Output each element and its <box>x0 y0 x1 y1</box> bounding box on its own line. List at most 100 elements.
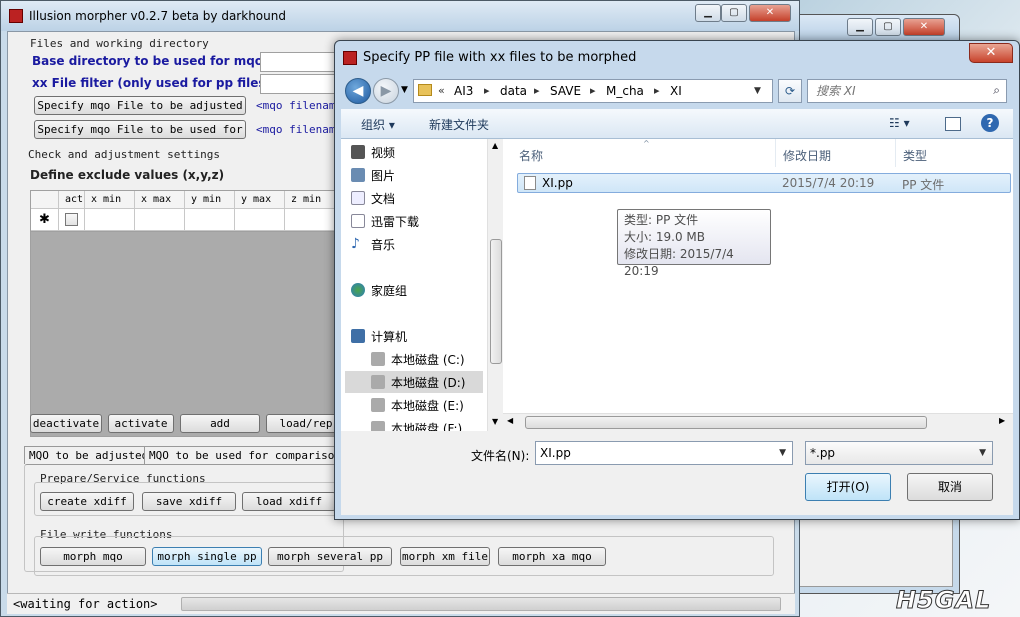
specify-mqo-compare-button[interactable]: Specify mqo File to be used for <box>34 120 246 139</box>
bg-close-button[interactable]: ✕ <box>903 18 945 36</box>
nav-item-drive-d[interactable]: 本地磁盘 (D:) <box>391 374 465 391</box>
address-bar[interactable]: « AI3 ▸ data ▸ SAVE ▸ M_cha ▸ XI ▼ <box>413 79 773 103</box>
minimize-button[interactable]: ▁ <box>695 4 721 22</box>
organize-menu[interactable]: 组织 ▾ <box>361 116 395 133</box>
scroll-up-icon[interactable]: ▲ <box>492 141 498 150</box>
add-button[interactable]: add <box>180 414 260 433</box>
nav-item-xunlei-download[interactable]: 迅雷下载 <box>371 213 419 230</box>
nav-item-documents[interactable]: 文档 <box>371 190 395 207</box>
tooltip-date: 修改日期: 2015/7/4 20:19 <box>624 247 734 278</box>
maximize-button[interactable]: ▢ <box>721 4 747 22</box>
scroll-down-icon[interactable]: ▼ <box>492 417 498 426</box>
nav-item-drive-e[interactable]: 本地磁盘 (E:) <box>391 397 464 414</box>
hscrollbar-thumb[interactable] <box>525 416 927 429</box>
morph-single-pp-button[interactable]: morph single pp <box>152 547 262 566</box>
morph-several-pp-button[interactable]: morph several pp <box>268 547 392 566</box>
column-date-modified[interactable]: 修改日期 <box>783 147 831 164</box>
new-folder-button[interactable]: 新建文件夹 <box>429 116 489 133</box>
nav-item-drive-c[interactable]: 本地磁盘 (C:) <box>391 351 465 368</box>
filename-input[interactable]: XI.pp ▼ <box>535 441 793 465</box>
drive-d-icon <box>371 375 385 389</box>
video-icon <box>351 145 365 159</box>
grid-cell-act[interactable] <box>59 209 85 231</box>
grid-col-xmax[interactable]: x max <box>135 191 185 209</box>
grid-cell-xmax[interactable] <box>135 209 185 231</box>
refresh-icon[interactable]: ⟳ <box>778 79 802 103</box>
help-icon[interactable]: ? <box>981 114 999 132</box>
xx-filter-label: xx File filter (only used for pp files) <box>32 76 272 90</box>
search-input[interactable] <box>814 81 984 101</box>
computer-icon <box>351 329 365 343</box>
filename-label: 文件名(N): <box>471 449 530 463</box>
grid-cell-ymax[interactable] <box>235 209 285 231</box>
breadcrumb-data[interactable]: data <box>500 84 527 98</box>
breadcrumb-ai3[interactable]: AI3 <box>454 84 473 98</box>
progress-bar <box>181 597 781 611</box>
forward-button[interactable]: ▶ <box>373 78 399 104</box>
act-checkbox[interactable] <box>65 213 78 226</box>
grid-col-ymax[interactable]: y max <box>235 191 285 209</box>
column-separator <box>895 139 896 167</box>
grid-cell-xmin[interactable] <box>85 209 135 231</box>
morph-xm-file-button[interactable]: morph xm file <box>400 547 490 566</box>
load-xdiff-button[interactable]: load xdiff <box>242 492 336 511</box>
view-options-icon[interactable]: ☷ ▾ <box>889 116 910 130</box>
file-row[interactable]: XI.pp 2015/7/4 20:19 PP 文件 <box>517 173 1011 193</box>
file-list: 名称 修改日期 类型 ^ XI.pp 2015/7/4 20:19 PP 文件 … <box>503 139 1013 431</box>
scroll-right-icon[interactable]: ▶ <box>999 416 1005 425</box>
grid-cell-ymin[interactable] <box>185 209 235 231</box>
nav-item-homegroup[interactable]: 家庭组 <box>371 282 407 299</box>
nav-item-music[interactable]: 音乐 <box>371 236 395 253</box>
filter-dropdown-icon[interactable]: ▼ <box>979 448 986 458</box>
recent-locations-chevron-icon[interactable]: ▼ <box>401 85 408 95</box>
exclude-grid[interactable]: act x min x max y min y max z min ✱ <box>30 190 350 232</box>
column-type[interactable]: 类型 <box>903 147 927 164</box>
open-button[interactable]: 打开(O) <box>805 473 891 501</box>
bg-maximize-button[interactable]: ▢ <box>875 18 901 36</box>
grid-col-act[interactable]: act <box>59 191 85 209</box>
morph-mqo-button[interactable]: morph mqo <box>40 547 146 566</box>
specify-mqo-button[interactable]: Specify mqo File to be adjusted <box>34 96 246 115</box>
file-type-filter[interactable]: *.pp ▼ <box>805 441 993 465</box>
column-separator <box>775 139 776 167</box>
breadcrumb-save[interactable]: SAVE <box>550 84 581 98</box>
create-xdiff-button[interactable]: create xdiff <box>40 492 134 511</box>
download-folder-icon <box>351 214 365 228</box>
activate-button[interactable]: activate <box>108 414 174 433</box>
dialog-close-button[interactable]: ✕ <box>969 43 1013 63</box>
nav-item-videos[interactable]: 视频 <box>371 144 395 161</box>
status-text: <waiting for action> <box>13 597 158 611</box>
drive-c-icon <box>371 352 385 366</box>
tab-mqo-adjusted[interactable]: MQO to be adjusted <box>24 446 154 464</box>
back-button[interactable]: ◀ <box>345 78 371 104</box>
close-button[interactable]: ✕ <box>749 4 791 22</box>
sort-indicator-icon: ^ <box>643 139 650 148</box>
cancel-button[interactable]: 取消 <box>907 473 993 501</box>
search-box[interactable]: ⌕ <box>807 79 1007 103</box>
scroll-left-icon[interactable]: ◀ <box>507 416 513 425</box>
morph-xa-mqo-button[interactable]: morph xa mqo <box>498 547 606 566</box>
column-name[interactable]: 名称 <box>519 147 543 164</box>
deactivate-button[interactable]: deactivate <box>30 414 102 433</box>
nav-item-drive-f-clip: 本地磁盘 (F:) <box>341 417 487 431</box>
breadcrumb-xi[interactable]: XI <box>670 84 682 98</box>
nav-item-pictures[interactable]: 图片 <box>371 167 395 184</box>
file-list-hscrollbar[interactable]: ◀ ▶ <box>503 413 1013 431</box>
bg-minimize-button[interactable]: ▁ <box>847 18 873 36</box>
tab-mqo-comparison[interactable]: MQO to be used for comparison <box>144 446 347 464</box>
breadcrumb-m-cha[interactable]: M_cha <box>606 84 644 98</box>
filename-dropdown-icon[interactable]: ▼ <box>779 448 786 458</box>
save-xdiff-button[interactable]: save xdiff <box>142 492 236 511</box>
address-dropdown-icon[interactable]: ▼ <box>754 86 761 96</box>
nav-scrollbar[interactable]: ▲ ▼ <box>487 139 503 431</box>
grid-col-xmin[interactable]: x min <box>85 191 135 209</box>
nav-item-drive-f[interactable]: 本地磁盘 (F:) <box>391 420 462 431</box>
documents-icon <box>351 191 365 205</box>
preview-pane-icon[interactable] <box>945 117 961 131</box>
search-icon[interactable]: ⌕ <box>993 83 1000 98</box>
main-titlebar: Illusion morpher v0.2.7 beta by darkhoun… <box>1 1 799 31</box>
nav-scrollbar-thumb[interactable] <box>490 239 502 364</box>
nav-item-computer[interactable]: 计算机 <box>371 328 407 345</box>
breadcrumb-overflow[interactable]: « <box>438 84 445 97</box>
grid-col-ymin[interactable]: y min <box>185 191 235 209</box>
